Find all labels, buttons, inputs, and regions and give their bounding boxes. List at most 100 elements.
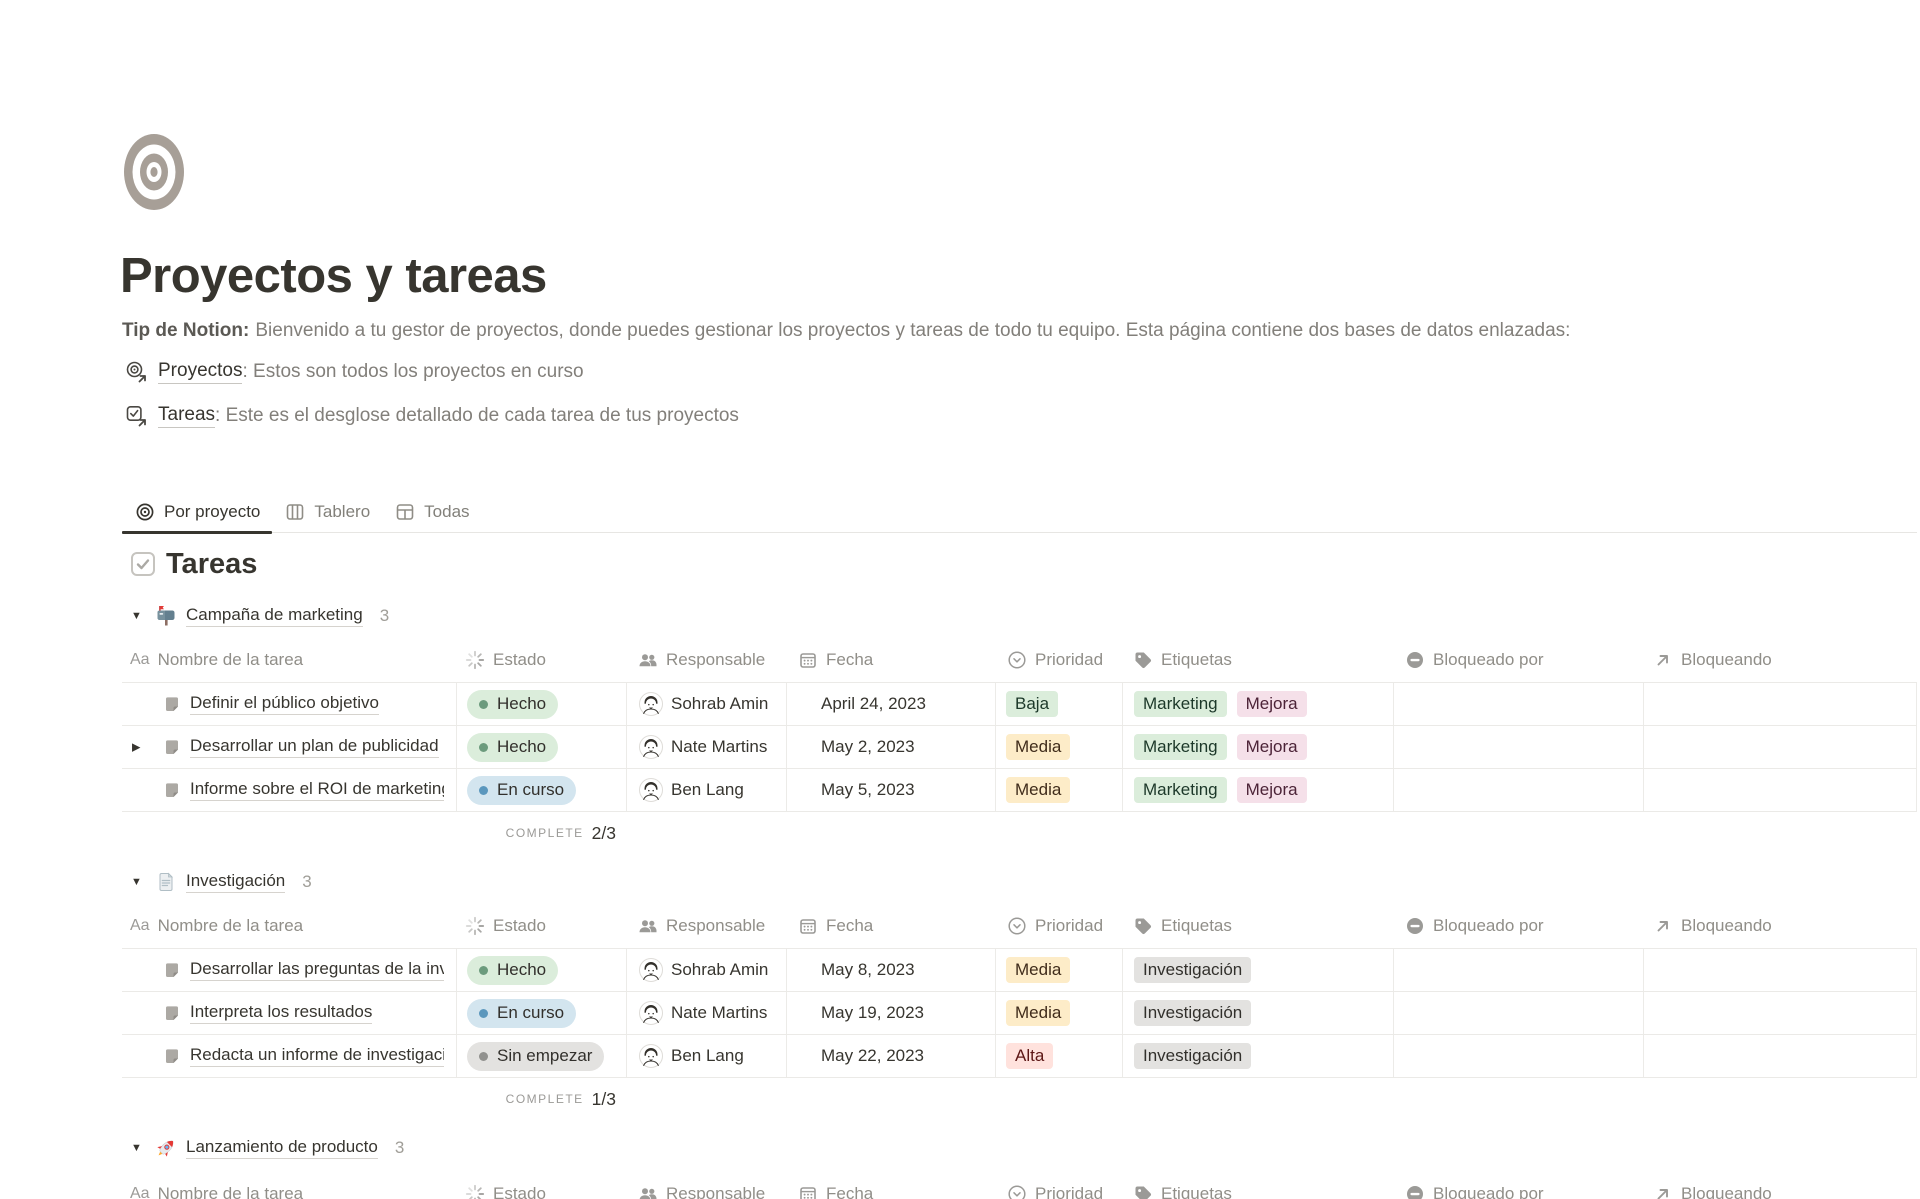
date-cell[interactable]: May 2, 2023 <box>786 726 995 768</box>
column-header-bloqueado-por[interactable]: Bloqueado por <box>1393 638 1643 682</box>
blocked-by-cell[interactable] <box>1393 769 1643 811</box>
tags-cell[interactable]: Marketing Mejora <box>1122 683 1393 725</box>
task-name[interactable]: Informe sobre el ROI de marketing <box>190 779 444 801</box>
blocking-cell[interactable] <box>1643 1035 1917 1077</box>
column-header-fecha[interactable]: Fecha <box>786 638 995 682</box>
blocked-by-cell[interactable] <box>1393 992 1643 1034</box>
page-doc-icon <box>162 737 182 757</box>
column-header-nombre[interactable]: Aa Nombre de la tarea <box>122 1172 456 1199</box>
task-name-cell[interactable]: Informe sobre el ROI de marketing <box>122 769 456 811</box>
tags-cell[interactable]: Marketing Mejora <box>1122 769 1393 811</box>
column-header-prioridad[interactable]: Prioridad <box>995 638 1122 682</box>
priority-cell[interactable]: Alta <box>995 1035 1122 1077</box>
column-header-prioridad[interactable]: Prioridad <box>995 1172 1122 1199</box>
column-header-bloqueado-por[interactable]: Bloqueado por <box>1393 904 1643 948</box>
status-cell[interactable]: En curso <box>456 992 626 1034</box>
date-cell[interactable]: May 19, 2023 <box>786 992 995 1034</box>
status-cell[interactable]: Hecho <box>456 949 626 991</box>
status-cell[interactable]: Hecho <box>456 726 626 768</box>
task-name-cell[interactable]: Desarrollar las preguntas de la investig… <box>122 949 456 991</box>
blocked-by-cell[interactable] <box>1393 726 1643 768</box>
column-header-nombre[interactable]: Aa Nombre de la tarea <box>122 638 456 682</box>
task-name[interactable]: Desarrollar un plan de publicidad <box>190 736 439 758</box>
group-collapse-icon[interactable]: ▼ <box>131 610 147 622</box>
group-title[interactable]: Campaña de marketing <box>186 605 363 627</box>
assignee-cell[interactable]: Nate Martins <box>626 992 786 1034</box>
assignee-cell[interactable]: Sohrab Amin <box>626 683 786 725</box>
tag-icon <box>1133 916 1153 936</box>
group-header-investigacion: ▼ Investigación 3 <box>122 866 312 898</box>
priority-cell[interactable]: Media <box>995 949 1122 991</box>
link-tareas[interactable]: Tareas <box>158 404 215 428</box>
status-cell[interactable]: Sin empezar <box>456 1035 626 1077</box>
column-header-nombre[interactable]: Aa Nombre de la tarea <box>122 904 456 948</box>
priority-cell[interactable]: Media <box>995 769 1122 811</box>
group-title[interactable]: Investigación <box>186 871 285 893</box>
group-collapse-icon[interactable]: ▼ <box>131 1142 147 1154</box>
column-label: Prioridad <box>1035 1184 1103 1199</box>
column-header-bloqueado-por[interactable]: Bloqueado por <box>1393 1172 1643 1199</box>
column-header-responsable[interactable]: Responsable <box>626 904 786 948</box>
column-header-bloqueando[interactable]: Bloqueando <box>1643 1172 1917 1199</box>
group-collapse-icon[interactable]: ▼ <box>131 876 147 888</box>
page-icon-bullseye[interactable] <box>122 132 186 212</box>
task-name-cell[interactable]: Definir el público objetivo <box>122 683 456 725</box>
status-cell[interactable]: Hecho <box>456 683 626 725</box>
column-header-prioridad[interactable]: Prioridad <box>995 904 1122 948</box>
task-name[interactable]: Redacta un informe de investigación <box>190 1045 444 1067</box>
blocked-by-cell[interactable] <box>1393 949 1643 991</box>
tab-todas[interactable]: Todas <box>382 492 481 532</box>
tags-cell[interactable]: Marketing Mejora <box>1122 726 1393 768</box>
priority-pill: Baja <box>1006 691 1058 717</box>
task-name-cell[interactable]: Interpreta los resultados <box>122 992 456 1034</box>
column-header-fecha[interactable]: Fecha <box>786 904 995 948</box>
column-header-estado[interactable]: Estado <box>456 638 626 682</box>
task-name-cell[interactable]: ▶ Desarrollar un plan de publicidad <box>122 726 456 768</box>
task-name-cell[interactable]: Redacta un informe de investigación <box>122 1035 456 1077</box>
tab-tablero[interactable]: Tablero <box>272 492 382 532</box>
column-header-etiquetas[interactable]: Etiquetas <box>1122 904 1393 948</box>
tags-cell[interactable]: Investigación <box>1122 949 1393 991</box>
column-header-etiquetas[interactable]: Etiquetas <box>1122 638 1393 682</box>
blocking-cell[interactable] <box>1643 992 1917 1034</box>
blocking-cell[interactable] <box>1643 769 1917 811</box>
column-header-estado[interactable]: Estado <box>456 904 626 948</box>
date-cell[interactable]: May 5, 2023 <box>786 769 995 811</box>
blocked-by-cell[interactable] <box>1393 1035 1643 1077</box>
priority-cell[interactable]: Baja <box>995 683 1122 725</box>
link-proyectos[interactable]: Proyectos <box>158 360 242 384</box>
column-header-etiquetas[interactable]: Etiquetas <box>1122 1172 1393 1199</box>
blocking-cell[interactable] <box>1643 949 1917 991</box>
database-title[interactable]: Tareas <box>166 548 257 581</box>
column-header-bloqueando[interactable]: Bloqueando <box>1643 638 1917 682</box>
priority-cell[interactable]: Media <box>995 992 1122 1034</box>
priority-cell[interactable]: Media <box>995 726 1122 768</box>
assignee-cell[interactable]: Ben Lang <box>626 769 786 811</box>
column-header-fecha[interactable]: Fecha <box>786 1172 995 1199</box>
blocking-cell[interactable] <box>1643 683 1917 725</box>
tags-cell[interactable]: Investigación <box>1122 992 1393 1034</box>
assignee-cell[interactable]: Sohrab Amin <box>626 949 786 991</box>
date-cell[interactable]: April 24, 2023 <box>786 683 995 725</box>
assignee-cell[interactable]: Nate Martins <box>626 726 786 768</box>
status-complete-calc[interactable]: COMPLETE 1/3 <box>456 1078 626 1120</box>
tab-por-proyecto[interactable]: Por proyecto <box>122 492 272 532</box>
tags-cell[interactable]: Investigación <box>1122 1035 1393 1077</box>
task-name[interactable]: Interpreta los resultados <box>190 1002 372 1024</box>
blocked-by-cell[interactable] <box>1393 683 1643 725</box>
calc-row: COMPLETE 2/3 <box>122 812 1917 854</box>
row-expand-icon[interactable]: ▶ <box>132 741 140 754</box>
blocking-cell[interactable] <box>1643 726 1917 768</box>
date-cell[interactable]: May 8, 2023 <box>786 949 995 991</box>
column-header-responsable[interactable]: Responsable <box>626 1172 786 1199</box>
task-name[interactable]: Definir el público objetivo <box>190 693 379 715</box>
status-complete-calc[interactable]: COMPLETE 2/3 <box>456 812 626 854</box>
column-header-bloqueando[interactable]: Bloqueando <box>1643 904 1917 948</box>
column-header-responsable[interactable]: Responsable <box>626 638 786 682</box>
group-title[interactable]: Lanzamiento de producto <box>186 1137 378 1159</box>
task-name[interactable]: Desarrollar las preguntas de la investig… <box>190 959 444 981</box>
assignee-cell[interactable]: Ben Lang <box>626 1035 786 1077</box>
status-cell[interactable]: En curso <box>456 769 626 811</box>
column-header-estado[interactable]: Estado <box>456 1172 626 1199</box>
date-cell[interactable]: May 22, 2023 <box>786 1035 995 1077</box>
